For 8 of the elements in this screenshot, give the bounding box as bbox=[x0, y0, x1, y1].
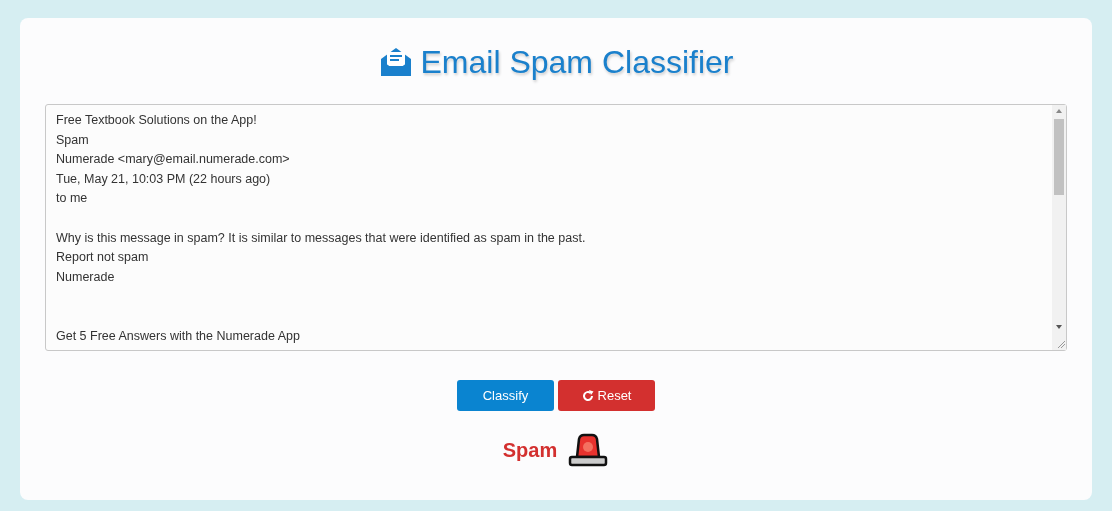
refresh-icon bbox=[581, 389, 594, 402]
scrollbar[interactable] bbox=[1052, 105, 1066, 350]
message-field[interactable]: Free Textbook Solutions on the App! Spam Numerade <mary@email.numerade.com> Tue, May 21, 10:03 PM (22 hours ago) to me Why is this message in spam? It is similar to messages that were identified as spam in the past. Report not spam Numerade Get 5 Free Answers with the Numerade App bbox=[45, 104, 1067, 351]
reset-button[interactable]: Reset bbox=[558, 380, 655, 411]
app-title: Email Spam Classifier bbox=[420, 43, 734, 81]
result-label: Spam bbox=[502, 438, 558, 462]
siren-icon bbox=[567, 433, 610, 467]
classify-button[interactable]: Classify bbox=[457, 380, 554, 411]
